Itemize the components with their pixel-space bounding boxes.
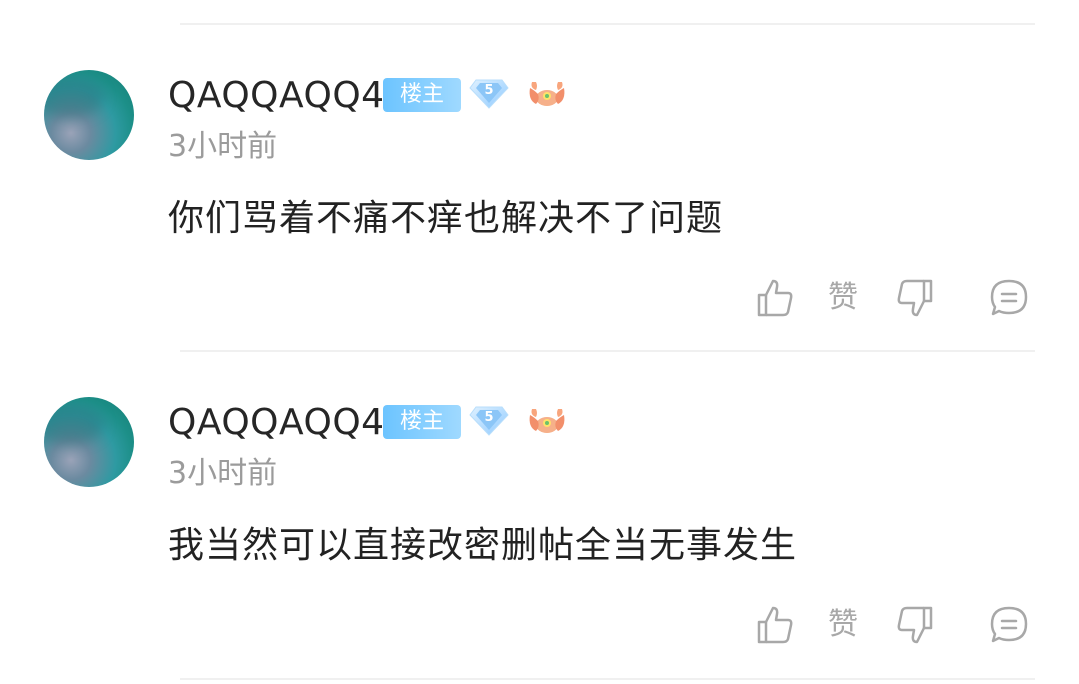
avatar[interactable] xyxy=(44,397,134,487)
thumbs-up-icon xyxy=(757,606,793,644)
like-label[interactable]: 赞 xyxy=(828,278,858,318)
thumbs-down-icon xyxy=(897,279,933,317)
thumbs-up-icon xyxy=(757,279,793,317)
like-label[interactable]: 赞 xyxy=(828,605,858,645)
crab-icon xyxy=(526,405,568,439)
level-badge: 5 xyxy=(468,76,510,110)
host-badge: 楼主 xyxy=(383,78,461,112)
username[interactable]: QAQQAQQ4 xyxy=(168,401,385,445)
reply-button[interactable] xyxy=(986,276,1032,320)
level-number: 5 xyxy=(484,410,494,425)
comment-text: 我当然可以直接改密删帖全当无事发生 xyxy=(168,525,798,566)
reply-button[interactable] xyxy=(986,603,1032,647)
timestamp: 3小时前 xyxy=(168,456,278,491)
comment-item: QAQQAQQ4 楼主 5 3小时前 我当然可以直接改密删帖全当无事发生 赞 xyxy=(0,327,1079,653)
username[interactable]: QAQQAQQ4 xyxy=(168,74,385,118)
thumbs-down-icon xyxy=(897,606,933,644)
timestamp: 3小时前 xyxy=(168,129,278,164)
level-number: 5 xyxy=(484,83,494,98)
host-badge: 楼主 xyxy=(383,405,461,439)
bottom-divider xyxy=(180,678,1035,680)
comment-text: 你们骂着不痛不痒也解决不了问题 xyxy=(168,198,724,239)
crab-icon xyxy=(526,78,568,112)
comment-item: QAQQAQQ4 楼主 5 3小时前 你们骂着不痛不痒也解决不了问题 赞 xyxy=(0,0,1079,326)
like-button[interactable] xyxy=(752,276,798,320)
avatar[interactable] xyxy=(44,70,134,160)
dislike-button[interactable] xyxy=(892,603,938,647)
dislike-button[interactable] xyxy=(892,276,938,320)
level-badge: 5 xyxy=(468,403,510,437)
like-button[interactable] xyxy=(752,603,798,647)
reply-bubble-icon xyxy=(990,606,1028,643)
reply-bubble-icon xyxy=(990,279,1028,316)
